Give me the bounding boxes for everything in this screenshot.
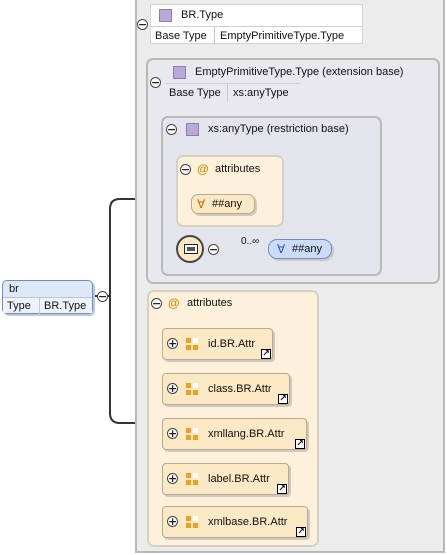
attribute-item-xmlbase[interactable]: + xmlbase.BR.Attr ↗ [162, 506, 308, 538]
collapse-br-type-toggle[interactable]: − [137, 19, 148, 30]
complex-type-icon [159, 9, 172, 22]
attribute-item-label: class.BR.Attr [208, 383, 272, 395]
complex-type-icon [186, 123, 199, 136]
any-element-pill[interactable]: ∀ ##any [268, 239, 332, 259]
attributes-title: attributes [187, 297, 233, 309]
root-element-name: br [9, 283, 19, 295]
attribute-item-label: id.BR.Attr [208, 338, 256, 350]
at-sign-icon: @ [197, 162, 209, 176]
attribute-item-xmllang[interactable]: + xmllang.BR.Attr ↗ [162, 418, 307, 450]
br-type-header: BR.Type Base Type EmptyPrimitiveType.Typ… [150, 4, 363, 45]
external-reference-icon[interactable]: ↗ [261, 349, 271, 359]
attribute-item-class[interactable]: + class.BR.Attr ↗ [162, 373, 290, 405]
expand-attribute-toggle[interactable]: + [167, 383, 178, 394]
empty-primitive-title: EmptyPrimitiveType.Type (extension base) [195, 66, 404, 78]
br-type-base-divider [214, 27, 215, 45]
root-type-divider [39, 298, 40, 314]
complex-type-icon [173, 66, 186, 79]
empty-primitive-base-row: Base Type xs:anyType [165, 83, 300, 102]
forall-icon: ∀ [277, 242, 286, 256]
expand-attribute-toggle[interactable]: + [167, 338, 178, 349]
attribute-group-icon [186, 473, 198, 485]
collapse-root-toggle[interactable]: − [97, 291, 108, 302]
any-type-title: xs:anyType (restriction base) [208, 123, 349, 135]
at-sign-icon: @ [168, 296, 180, 310]
collapse-empty-primitive-toggle[interactable]: − [150, 77, 161, 88]
attribute-group-icon [186, 516, 198, 528]
sequence-compositor-icon[interactable] [176, 235, 204, 263]
attribute-item-label[interactable]: + label.BR.Attr ↗ [162, 463, 289, 495]
collapse-attributes-toggle[interactable]: − [151, 298, 162, 309]
root-type-value: BR.Type [44, 300, 87, 312]
collapse-any-type-toggle[interactable]: − [166, 124, 177, 135]
attribute-item-label: label.BR.Attr [208, 473, 270, 485]
root-element-br[interactable]: br Type BR.Type [2, 280, 93, 314]
external-reference-icon[interactable]: ↗ [295, 439, 305, 449]
expand-attribute-toggle[interactable]: + [167, 473, 178, 484]
expand-attribute-toggle[interactable]: + [167, 428, 178, 439]
br-type-title: BR.Type [181, 9, 224, 21]
attribute-item-label: xmllang.BR.Attr [208, 428, 285, 440]
empty-primitive-base-divider [227, 84, 228, 102]
attribute-group-icon [186, 338, 198, 350]
collapse-inner-attributes-toggle[interactable]: − [180, 164, 191, 175]
collapse-sequence-toggle[interactable]: − [208, 244, 219, 255]
empty-primitive-base-value: xs:anyType [233, 87, 289, 99]
attribute-item-label: xmlbase.BR.Attr [208, 516, 288, 528]
any-element-label: ##any [292, 243, 322, 255]
any-attribute-label: ##any [212, 198, 242, 210]
attribute-item-id[interactable]: + id.BR.Attr ↗ [162, 328, 273, 360]
external-reference-icon[interactable]: ↗ [296, 527, 306, 537]
expand-attribute-toggle[interactable]: + [167, 516, 178, 527]
br-type-base-value: EmptyPrimitiveType.Type [220, 30, 345, 42]
external-reference-icon[interactable]: ↗ [277, 484, 287, 494]
attribute-group-icon [186, 428, 198, 440]
sequence-cardinality: 0..∞ [241, 236, 260, 247]
empty-primitive-base-label: Base Type [169, 87, 221, 99]
forall-icon: ∀ [197, 197, 206, 211]
br-type-base-label: Base Type [155, 30, 207, 42]
root-type-label: Type [7, 300, 31, 312]
any-attribute-box[interactable]: ∀ ##any [191, 194, 255, 214]
external-reference-icon[interactable]: ↗ [278, 394, 288, 404]
inner-attributes-title: attributes [215, 163, 261, 175]
root-type-row: Type BR.Type [3, 297, 92, 314]
empty-primitive-header: EmptyPrimitiveType.Type (extension base)… [165, 62, 437, 102]
attribute-group-icon [186, 383, 198, 395]
br-type-base-row: Base Type EmptyPrimitiveType.Type [151, 26, 362, 45]
